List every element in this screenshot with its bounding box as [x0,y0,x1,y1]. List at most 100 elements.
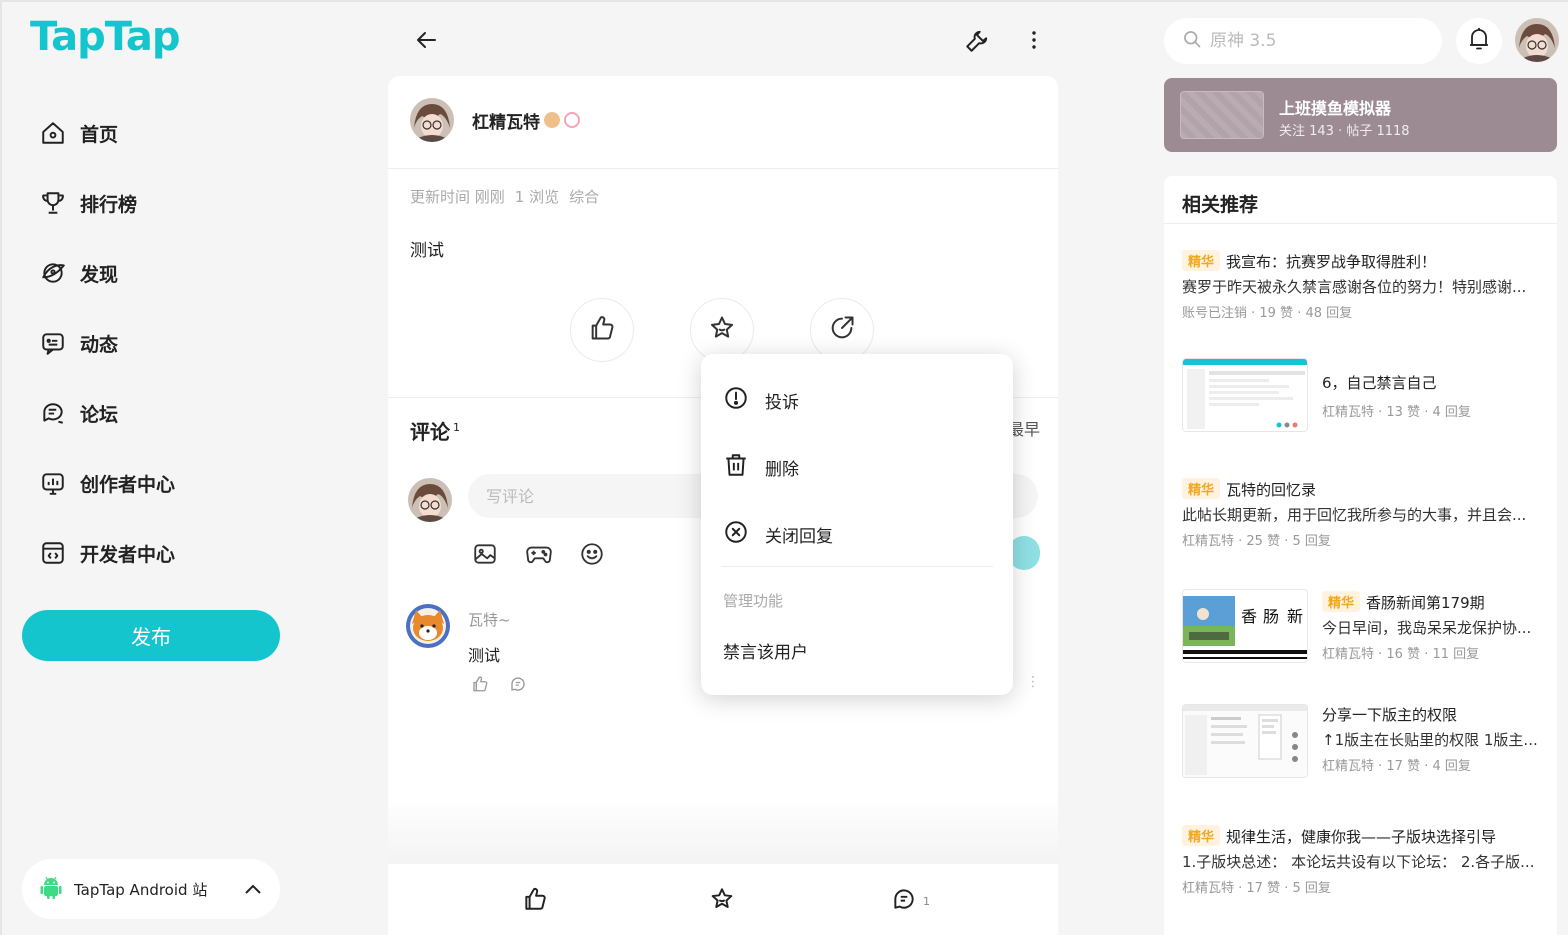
trash-icon [723,452,749,482]
sidebar-item-label: 开发者中心 [80,543,176,566]
sidebar-item-label: 动态 [80,333,119,356]
comment-author[interactable]: 瓦特~ [468,609,511,630]
svg-text:香: 香 [1241,607,1257,626]
menu-item-report[interactable]: 投诉 [723,380,799,420]
comment-avatar[interactable] [406,604,450,648]
post-meta: 更新时间 刚刚 1 浏览 综合 [410,186,609,207]
like-button[interactable] [570,298,634,362]
share-button[interactable] [810,298,874,362]
sidebar-item-ranking[interactable]: 排行榜 [38,168,175,238]
taptap-logo[interactable]: TapTap [30,14,181,60]
svg-text:肠: 肠 [1263,607,1279,626]
recommend-item[interactable]: 香肠新 精华 香肠新闻第179期 今日早间，我岛呆呆龙保护协... 杠精瓦特 · … [1182,589,1542,663]
featured-tag: 精华 [1182,825,1221,846]
android-site-bar[interactable]: TapTap Android 站 [22,859,280,919]
comment-more-icon[interactable]: ⋮ [1026,674,1040,690]
close-reply-icon [723,519,749,549]
sidebar-item-label: 发现 [80,263,119,286]
sidebar-item-feed[interactable]: 动态 [38,308,175,378]
favorite-button[interactable] [690,298,754,362]
menu-item-delete[interactable]: 删除 [723,447,799,487]
back-arrow-icon[interactable] [414,28,438,56]
recommend-item-summary: 今日早间，我岛呆呆龙保护协... [1322,619,1532,637]
bottom-action-bar: 1 [388,864,1058,935]
menu-item-close-reply[interactable]: 关闭回复 [723,514,833,554]
recommend-item-thumbnail [1182,358,1308,432]
bottom-comment-button[interactable]: 1 [891,886,930,916]
recommend-item-meta: 账号已注销 · 19 赞 · 48 回复 [1182,306,1353,321]
bottom-favorite-button[interactable] [709,886,735,916]
svg-text:新: 新 [1287,607,1303,626]
wrench-icon[interactable] [964,28,990,58]
post-category[interactable]: 综合 [569,188,599,206]
forum-card[interactable]: 上班摸鱼模拟器 关注 143 · 帖子 1118 [1164,78,1557,152]
gamepad-icon[interactable] [524,539,554,569]
home-icon [38,118,68,148]
post-more-menu: 投诉 删除 关闭回复 管理功能 禁言该用户 [701,354,1013,695]
trophy-icon [38,188,68,218]
comment-like-icon[interactable] [470,674,490,694]
more-vertical-icon[interactable] [1024,30,1044,54]
report-icon [723,385,749,415]
taptap-app: TapTap 首页 排行榜 发现 动态 论坛 创作者中心 开发者中心 发布 Ta… [0,0,1568,935]
comment-reply-icon[interactable] [508,674,528,694]
recommend-item-text: 精华 香肠新闻第179期 今日早间，我岛呆呆龙保护协... 杠精瓦特 · 16 赞… [1322,591,1542,662]
sidebar-item-discover[interactable]: 发现 [38,238,175,308]
recommend-item-thumbnail [1182,704,1308,778]
comments-title: 评论 [410,420,450,444]
discover-icon [38,258,68,288]
sidebar-item-label: 创作者中心 [80,473,176,496]
recommend-item-meta: 杠精瓦特 · 17 赞 · 5 回复 [1182,881,1331,896]
bottom-like-button[interactable] [522,886,548,916]
divider [388,168,1058,169]
forum-icon [38,398,68,428]
sidebar: TapTap 首页 排行榜 发现 动态 论坛 创作者中心 开发者中心 发布 Ta… [2,2,302,935]
user-avatar[interactable] [1515,18,1559,62]
chevron-up-icon[interactable] [244,880,262,899]
recommend-item[interactable]: 分享一下版主的权限 ↑1版主在长贴里的权限 1版主... 杠精瓦特 · 17 赞… [1182,704,1542,778]
featured-tag: 精华 [1322,591,1361,612]
author-name[interactable]: 杠精瓦特 [472,108,540,133]
comments-heading: 评论 1 [410,416,460,445]
sidebar-item-forum[interactable]: 论坛 [38,378,175,448]
emoji-icon[interactable] [577,539,607,569]
recommend-item-title-row: 精华 我宣布：抗赛罗战争取得胜利！ [1182,250,1542,272]
sidebar-item-home[interactable]: 首页 [38,98,175,168]
menu-section-title: 管理功能 [723,592,784,610]
recommend-item-text: 分享一下版主的权限 ↑1版主在长贴里的权限 1版主... 杠精瓦特 · 17 赞… [1322,704,1542,774]
publish-button[interactable]: 发布 [22,610,280,661]
forum-stats: 关注 143 · 帖子 1118 [1279,124,1410,139]
comment-count: 1 [923,894,930,908]
thumbs-up-icon [522,886,548,916]
recommend-item-text: 6，自己禁言自己 杠精瓦特 · 13 赞 · 4 回复 [1322,372,1542,420]
notifications-button[interactable] [1456,18,1502,64]
recommend-item[interactable]: 6，自己禁言自己 杠精瓦特 · 13 赞 · 4 回复 [1182,358,1542,432]
search-input[interactable] [1210,31,1410,51]
search-box[interactable] [1164,18,1442,64]
level-badge-icon [544,112,560,128]
recommend-item[interactable]: 精华 瓦特的回忆录 此帖长期更新，用于回忆我所参与的大事，并且会... 杠精瓦特 … [1182,478,1542,549]
image-icon[interactable] [470,539,500,569]
star-icon [709,886,735,916]
recommend-item-summary: 赛罗于昨天被永久禁言感谢各位的努力！特别感谢... [1182,278,1527,296]
forum-thumbnail [1180,91,1264,139]
comments-count: 1 [453,421,460,435]
recommend-item-title: 6，自己禁言自己 [1322,374,1437,392]
verified-badge-icon [564,112,580,128]
menu-item-mute-user[interactable]: 禁言该用户 [723,638,808,663]
recommend-item-title-row: 精华 规律生活，健康你我——子版块选择引导 [1182,825,1542,847]
recommend-item[interactable]: 精华 我宣布：抗赛罗战争取得胜利！ 赛罗于昨天被永久禁言感谢各位的努力！特别感谢.… [1182,250,1542,321]
share-icon [828,314,856,346]
recommend-item[interactable]: 精华 规律生活，健康你我——子版块选择引导 1.子版块总述： 本论坛共设有以下论坛… [1182,825,1542,896]
recommend-item-summary: ↑1版主在长贴里的权限 1版主... [1322,731,1538,749]
recommend-item-meta: 杠精瓦特 · 25 赞 · 5 回复 [1182,534,1331,549]
sidebar-item-creator-center[interactable]: 创作者中心 [38,448,175,518]
thumbs-up-icon [588,314,616,346]
sidebar-item-developer-center[interactable]: 开发者中心 [38,518,175,588]
recommend-item-title-row: 精华 香肠新闻第179期 [1322,591,1542,613]
forum-name: 上班摸鱼模拟器 [1279,99,1392,118]
recommend-item-meta: 杠精瓦特 · 17 赞 · 4 回复 [1322,759,1471,774]
featured-tag: 精华 [1182,478,1221,499]
creator-icon [38,468,68,498]
author-avatar[interactable] [410,98,454,142]
